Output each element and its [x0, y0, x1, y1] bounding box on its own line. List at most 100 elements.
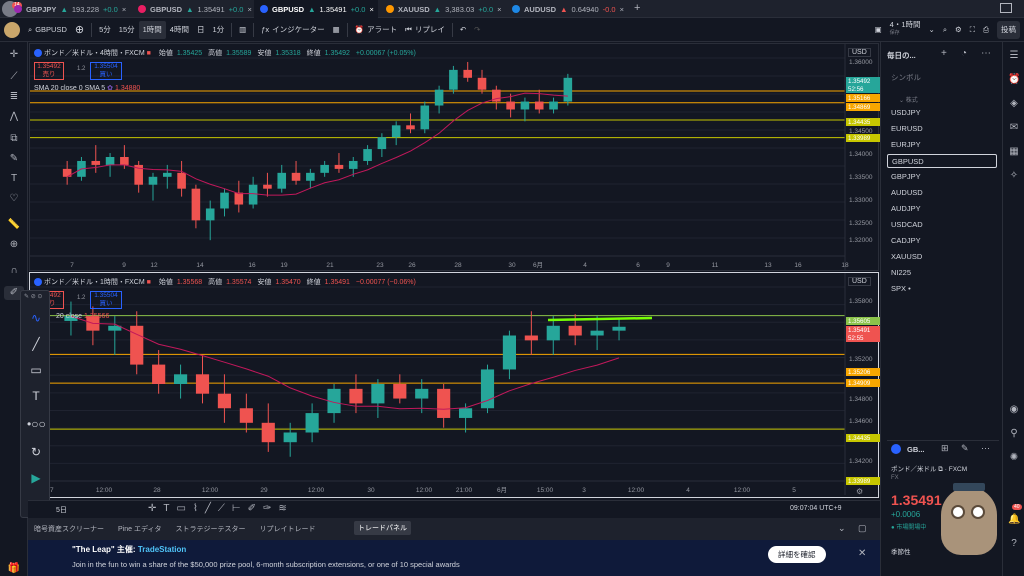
- brush-icon[interactable]: ✎: [4, 152, 24, 166]
- watchlist-item[interactable]: CADJPY: [887, 234, 997, 248]
- freehand-icon[interactable]: ∿: [27, 309, 45, 327]
- maximize-icon[interactable]: ▢: [858, 523, 867, 534]
- compare-add-icon[interactable]: ⊕: [71, 21, 88, 39]
- tf-1h[interactable]: 1時間: [138, 20, 166, 39]
- pattern-icon[interactable]: ⋀: [4, 110, 24, 124]
- watchlist-item[interactable]: USDCAD: [887, 218, 997, 232]
- watchlist-item[interactable]: GBPUSD: [887, 154, 997, 168]
- text-icon[interactable]: T: [163, 503, 169, 514]
- close-icon[interactable]: ×: [122, 5, 126, 14]
- watchlist-item[interactable]: AUDUSD: [887, 186, 997, 200]
- crosshair-icon[interactable]: ✛: [148, 503, 156, 514]
- bottom-tab-0[interactable]: 暗号資産スクリーナー: [34, 524, 104, 534]
- wave-icon[interactable]: ⌇: [193, 503, 198, 514]
- chart-settings-icon[interactable]: ⚙: [856, 487, 863, 496]
- avatar[interactable]: [0, 21, 24, 39]
- path-icon[interactable]: ⟋: [218, 503, 225, 514]
- currency-select[interactable]: USD: [848, 48, 871, 57]
- text-icon[interactable]: T: [27, 387, 45, 405]
- fib-icon[interactable]: ≋: [278, 503, 286, 514]
- replay-button[interactable]: ⏮ リプレイ: [401, 21, 449, 39]
- camera-icon[interactable]: ⎙: [979, 21, 993, 39]
- play-icon[interactable]: ▶: [27, 469, 45, 487]
- clock[interactable]: 09:07:04 UTC+9: [790, 505, 842, 512]
- fib-icon[interactable]: ≣: [4, 90, 24, 104]
- magnet-icon[interactable]: ∩: [4, 264, 24, 278]
- learn-more-button[interactable]: 詳細を確認: [768, 546, 826, 563]
- heart-icon[interactable]: ♡: [4, 192, 24, 206]
- chart-canvas-1h[interactable]: 1.35800 1.35200 1.34800 1.34600 1.34200 1.356…: [30, 273, 880, 499]
- tab-audusd[interactable]: AUDUSD ▲ 0.64940 -0.0 ×: [506, 0, 630, 18]
- lightbulb-icon[interactable]: ✧: [1008, 170, 1020, 182]
- currency-select[interactable]: USD: [848, 277, 871, 286]
- window-restore-icon[interactable]: [1000, 3, 1012, 13]
- bottom-tab-1[interactable]: Pine エディタ: [118, 524, 161, 534]
- rotate-icon[interactable]: ↻: [27, 443, 45, 461]
- tab-gbpusd[interactable]: GBPUSD ▲ 1.35491 +0.0 ×: [132, 0, 252, 18]
- close-icon[interactable]: ×: [620, 5, 624, 14]
- help-icon[interactable]: ?: [1008, 538, 1020, 550]
- watchlist-item[interactable]: SPX •: [887, 282, 997, 296]
- bottom-tab-3[interactable]: リプレイトレード: [259, 524, 315, 534]
- watchlist-item[interactable]: GBPJPY: [887, 170, 997, 184]
- watchlist-item[interactable]: EURJPY: [887, 138, 997, 152]
- close-icon[interactable]: ×: [369, 5, 373, 14]
- sell-button[interactable]: 1.35492売り: [34, 62, 64, 80]
- chart-canvas-4h[interactable]: 1.360001.355001.350001.345001.340001.335…: [30, 44, 880, 272]
- detail-symbol[interactable]: GB...: [907, 445, 925, 454]
- fullscreen-icon[interactable]: ⛶: [966, 21, 979, 39]
- sma-legend[interactable]: 20 close 1.35566: [56, 313, 109, 320]
- zoom-icon[interactable]: ⊕: [4, 238, 24, 252]
- section-header[interactable]: ⌄ 株式: [899, 95, 918, 104]
- chart-icon[interactable]: ◔: [961, 48, 967, 59]
- ruler-icon[interactable]: 📏: [4, 218, 24, 232]
- symbol-search[interactable]: ⌕ GBPUSD: [24, 21, 71, 39]
- line-icon[interactable]: ╱: [205, 503, 211, 514]
- undo-icon[interactable]: ↶: [456, 21, 470, 39]
- layout-dropdown-icon[interactable]: ⌄: [925, 21, 939, 39]
- settings-icon[interactable]: ⚙: [951, 21, 966, 39]
- text-icon[interactable]: T: [4, 172, 24, 186]
- bell-icon[interactable]: 🔔: [1008, 514, 1020, 526]
- column-header[interactable]: シンボル: [891, 72, 921, 83]
- pane-title[interactable]: ポンド／米ドル・1時間・FXCM: [44, 279, 145, 286]
- calendar-icon[interactable]: ▦: [1008, 146, 1020, 158]
- redo-icon[interactable]: ↷: [470, 21, 484, 39]
- layout-select-icon[interactable]: ▣: [871, 21, 886, 39]
- sma-legend[interactable]: SMA 20 close 0 SMA 5 ✿ 1.34880: [34, 84, 140, 92]
- chart-pane-1h[interactable]: 1.35800 1.35200 1.34800 1.34600 1.34200 1.356…: [29, 272, 880, 499]
- toolbar-handle-icon[interactable]: ✎ ⊘ ⊙: [24, 293, 42, 300]
- tab-gbpjpy[interactable]: GBPJPY ▲ 193.228 +0.0 ×: [8, 0, 130, 18]
- alarm-icon[interactable]: ⏰: [1008, 74, 1020, 86]
- pen-icon[interactable]: ✐: [248, 503, 256, 514]
- ruler-icon[interactable]: ⊢: [232, 503, 241, 514]
- layout-name[interactable]: 4・1時間 保存: [886, 20, 925, 39]
- search-icon[interactable]: ⌕: [939, 21, 951, 39]
- tf-1min[interactable]: 1分: [208, 21, 228, 39]
- range-5d[interactable]: 5日: [56, 505, 67, 515]
- buy-button[interactable]: 1.35504 買い: [90, 62, 122, 80]
- crosshair-icon[interactable]: ✛: [4, 48, 24, 62]
- tf-5m[interactable]: 5分: [95, 21, 115, 39]
- templates-icon[interactable]: ▦: [329, 21, 344, 39]
- seasonality-header[interactable]: 季節性: [891, 546, 911, 556]
- highlighter-icon[interactable]: ✑: [263, 503, 271, 514]
- bar-type-icon[interactable]: ▥: [235, 21, 250, 39]
- add-symbol-icon[interactable]: +: [941, 48, 947, 59]
- tab-gbpusd[interactable]: GBPUSD ▲ 1.35491 +0.0 ×: [254, 0, 378, 18]
- trend-line-icon[interactable]: ⟋: [4, 70, 24, 84]
- tf-4h[interactable]: 4時間: [166, 21, 193, 39]
- watchlist-title[interactable]: 毎日の...: [887, 50, 916, 61]
- alert-button[interactable]: ⏰ アラート: [351, 21, 401, 39]
- watchlist-item[interactable]: USDJPY: [887, 106, 997, 120]
- pane-title[interactable]: ポンド／米ドル・4時間・FXCM: [44, 50, 145, 57]
- close-icon[interactable]: ✕: [858, 548, 866, 559]
- watchlist-item[interactable]: AUDJPY: [887, 202, 997, 216]
- more-icon[interactable]: ⋯: [981, 443, 990, 454]
- layers-icon[interactable]: ◈: [1008, 98, 1020, 110]
- tab-xauusd[interactable]: XAUUSD ▲ 3,383.03 +0.0 ×: [380, 0, 504, 18]
- watchlist-icon[interactable]: ☰: [1008, 50, 1020, 62]
- chart-pane-4h[interactable]: 1.360001.355001.350001.345001.340001.335…: [29, 43, 880, 272]
- line-icon[interactable]: ╱: [27, 335, 45, 353]
- path-icon[interactable]: •○○: [27, 415, 46, 433]
